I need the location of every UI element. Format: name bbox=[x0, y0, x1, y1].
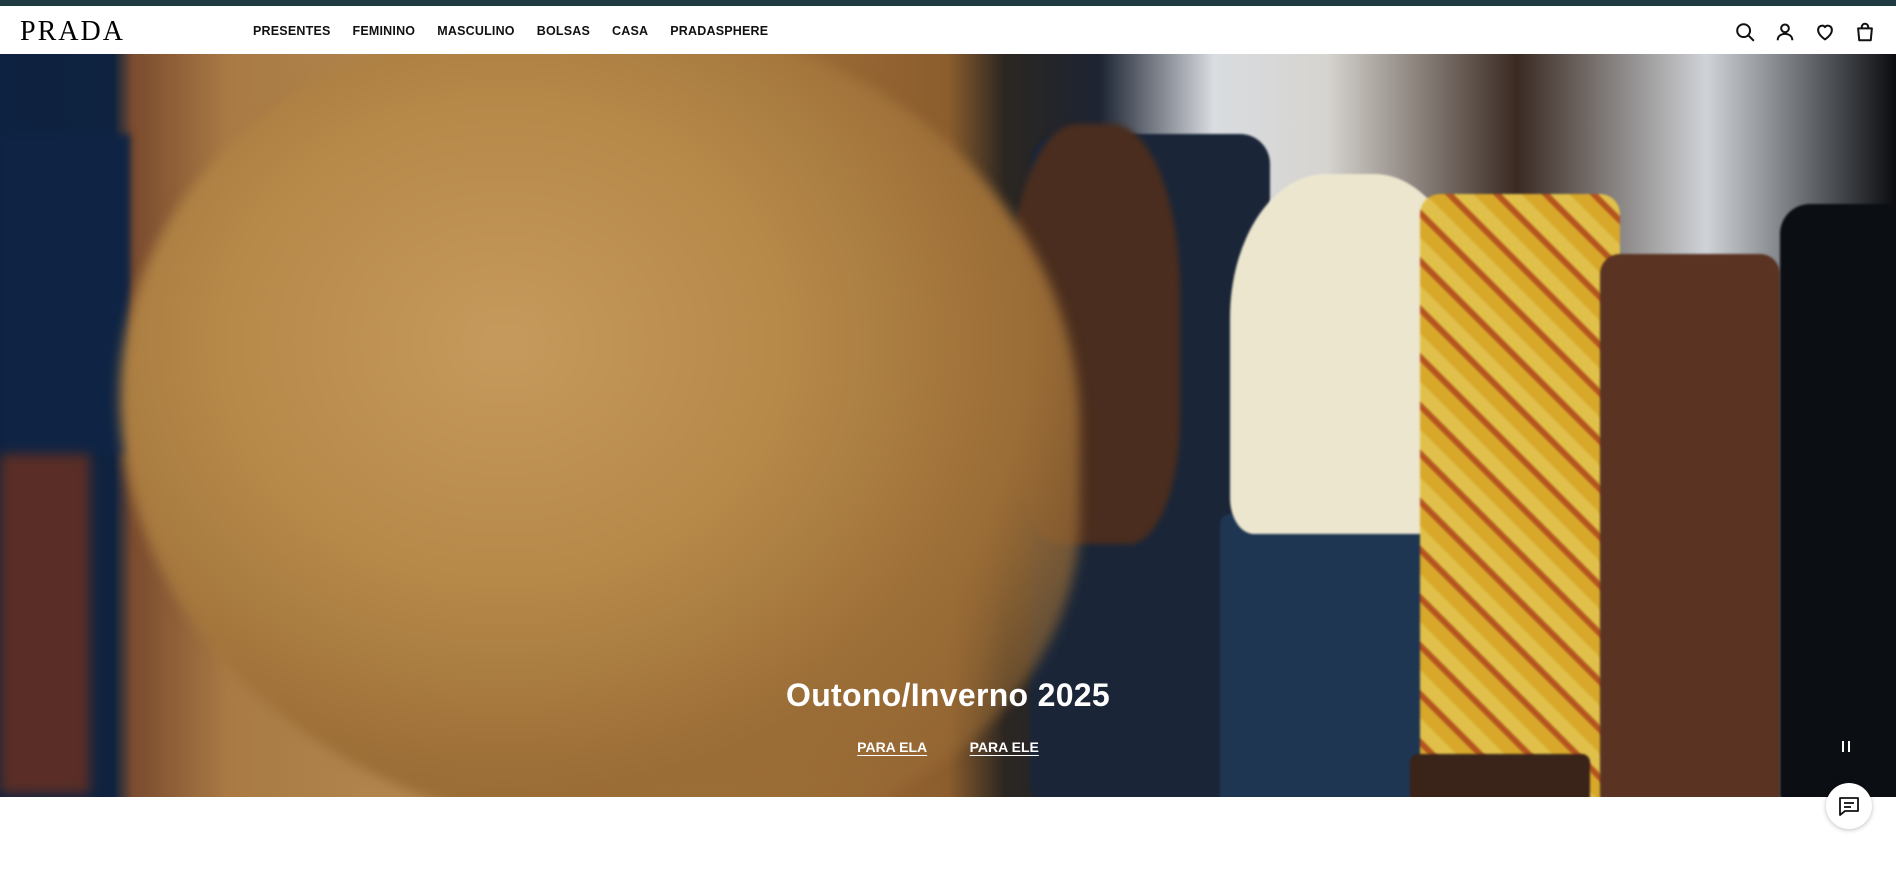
nav-item-casa[interactable]: CASA bbox=[612, 24, 648, 38]
prada-logo[interactable]: PRADA bbox=[20, 18, 125, 46]
hero-title: Outono/Inverno 2025 bbox=[786, 677, 1110, 713]
hero-bg-shape bbox=[0, 134, 130, 454]
wishlist-heart-icon[interactable] bbox=[1814, 21, 1836, 43]
below-hero-section bbox=[0, 797, 1896, 875]
nav-item-feminino[interactable]: FEMININO bbox=[353, 24, 416, 38]
pause-bar bbox=[1842, 741, 1844, 752]
hero-link-para-ela[interactable]: PARA ELA bbox=[857, 739, 927, 755]
chat-button[interactable] bbox=[1826, 783, 1872, 829]
nav-item-pradasphere[interactable]: PRADASPHERE bbox=[670, 24, 768, 38]
pause-bar bbox=[1848, 741, 1850, 752]
nav-item-masculino[interactable]: MASCULINO bbox=[437, 24, 515, 38]
header-icons bbox=[1734, 21, 1876, 43]
hero-link-para-ele[interactable]: PARA ELE bbox=[970, 739, 1039, 755]
hero-links: PARA ELA PARA ELE bbox=[0, 739, 1896, 757]
hero-model-figure bbox=[1600, 254, 1780, 797]
nav-item-presentes[interactable]: PRESENTES bbox=[253, 24, 331, 38]
shopping-bag-icon[interactable] bbox=[1854, 21, 1876, 43]
hero-bag-shape bbox=[1410, 754, 1590, 797]
search-icon[interactable] bbox=[1734, 21, 1756, 43]
below-hero-text bbox=[0, 865, 1896, 875]
site-header: PRADA PRESENTES FEMININO MASCULINO BOLSA… bbox=[0, 6, 1896, 54]
nav-item-bolsas[interactable]: BOLSAS bbox=[537, 24, 590, 38]
pause-icon[interactable] bbox=[1842, 741, 1856, 755]
main-nav: PRESENTES FEMININO MASCULINO BOLSAS CASA… bbox=[253, 24, 790, 38]
account-icon[interactable] bbox=[1774, 21, 1796, 43]
chat-icon bbox=[1839, 797, 1859, 816]
